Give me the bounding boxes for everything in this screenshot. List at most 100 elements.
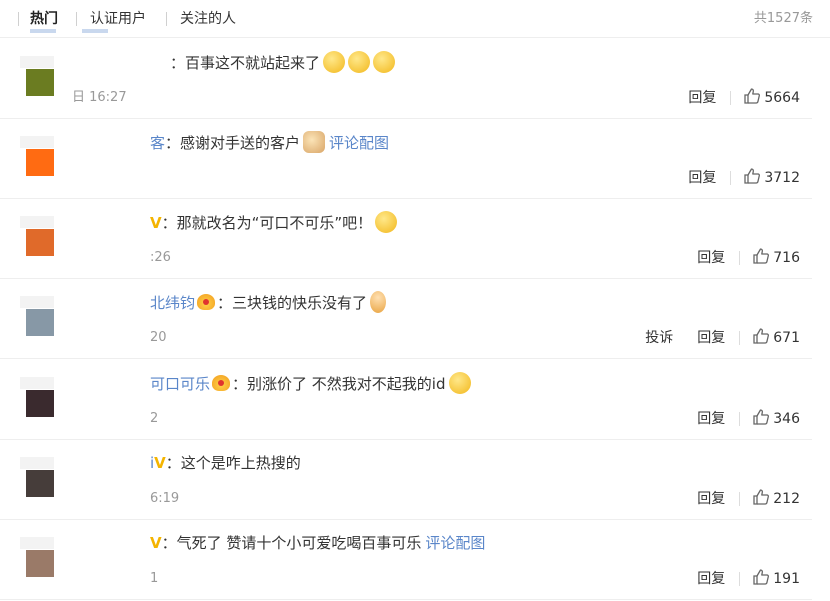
like-button[interactable]: 671 <box>752 327 800 349</box>
action-divider <box>739 572 741 586</box>
comment-text: V：那就改名为“可口不可乐”吧！ <box>150 211 398 234</box>
person-figure-emoji-icon <box>370 291 387 313</box>
comment-actions: 回复 3712 <box>688 167 800 189</box>
colon-separator: ： <box>161 534 177 552</box>
comment-item: iV：这个是咋上热搜的 6:19 回复 212 <box>0 439 812 520</box>
thumbs-up-icon <box>753 409 770 425</box>
report-button[interactable]: 投诉 <box>645 327 673 349</box>
comment-timestamp: 6:19 <box>150 491 180 506</box>
thumbs-up-icon <box>744 88 761 104</box>
comment-username[interactable]: 北纬钧 <box>150 294 195 312</box>
comment-text: ：百事这不就站起来了 <box>170 51 396 74</box>
comment-item: V：气死了 赞请十个小可爱吃喝百事可乐 评论配图 1 回复 191 <box>0 519 812 600</box>
avatar[interactable] <box>20 136 54 176</box>
avatar[interactable] <box>20 216 54 256</box>
reply-button[interactable]: 回复 <box>688 167 716 189</box>
pleading-face-emoji-icon <box>448 372 471 394</box>
action-divider <box>739 331 741 345</box>
reply-button[interactable]: 回复 <box>688 87 716 109</box>
comment-body: 三块钱的快乐没有了 <box>232 294 368 312</box>
action-divider <box>739 492 741 506</box>
like-count: 346 <box>773 411 800 427</box>
comment-text: iV：这个是咋上热搜的 <box>150 452 301 474</box>
doge-face-emoji-icon <box>373 51 396 73</box>
reply-button[interactable]: 回复 <box>697 327 725 349</box>
comment-body: 那就改名为“可口不可乐”吧！ <box>176 214 373 232</box>
colon-separator: ： <box>161 214 177 232</box>
comment-timestamp: 2 <box>150 411 159 426</box>
tab-divider <box>166 12 167 26</box>
avatar[interactable] <box>20 377 54 417</box>
like-count: 191 <box>773 571 800 587</box>
like-count: 671 <box>773 330 800 346</box>
verified-badge-icon: V <box>150 214 162 232</box>
thumbs-up-icon <box>753 489 770 505</box>
tab-verified-underline <box>82 29 108 33</box>
like-button[interactable]: 346 <box>752 408 800 430</box>
comment-image-link[interactable]: 评论配图 <box>329 134 389 152</box>
comment-actions: 回复 346 <box>697 408 800 430</box>
tab-hot-underline <box>30 29 56 33</box>
like-button[interactable]: 5664 <box>743 87 800 109</box>
colon-separator: ： <box>217 294 233 312</box>
reply-button[interactable]: 回复 <box>697 568 725 590</box>
thumbs-up-icon <box>753 248 770 264</box>
comment-total-count: 共1527条 <box>753 11 813 26</box>
comment-text: 可口可乐 ：别涨价了 不然我对不起我的id <box>150 372 471 395</box>
comment-actions: 回复 191 <box>697 568 800 590</box>
action-divider <box>739 412 741 426</box>
tab-verified-users[interactable]: 认证用户 <box>90 9 146 29</box>
tab-hot[interactable]: 热门 <box>30 9 58 29</box>
comment-item: ：百事这不就站起来了日 16:27 回复 5664 <box>0 38 812 119</box>
comment-item: V：那就改名为“可口不可乐”吧！ :26 回复 716 <box>0 198 812 279</box>
comment-body: 百事这不就站起来了 <box>185 54 321 72</box>
like-count: 212 <box>773 491 800 507</box>
like-count: 3712 <box>764 170 800 186</box>
like-button[interactable]: 191 <box>752 568 800 590</box>
comment-item: 可口可乐 ：别涨价了 不然我对不起我的id 2 回复 346 <box>0 359 812 440</box>
reply-button[interactable]: 回复 <box>697 408 725 430</box>
colon-separator: ： <box>170 54 186 72</box>
comment-body: 气死了 赞请十个小可爱吃喝百事可乐 <box>176 534 422 552</box>
colon-separator: ： <box>165 454 181 472</box>
comment-tabs-bar: 热门 认证用户 关注的人 共1527条 <box>0 0 830 38</box>
comment-body: 感谢对手送的客户 <box>180 134 301 152</box>
verified-badge-icon: V <box>150 534 162 552</box>
colon-separator: ： <box>232 375 248 393</box>
like-count: 5664 <box>764 90 800 106</box>
comment-actions: 回复 212 <box>697 488 800 510</box>
like-button[interactable]: 3712 <box>743 167 800 189</box>
avatar[interactable] <box>20 296 54 336</box>
comment-timestamp: :26 <box>150 250 171 265</box>
cat-face-emoji-icon <box>303 131 326 153</box>
doge-face-emoji-icon <box>323 51 346 73</box>
doge-face-emoji-icon <box>348 51 371 73</box>
tab-divider <box>18 12 19 26</box>
avatar[interactable] <box>20 457 54 497</box>
comment-body: 别涨价了 不然我对不起我的id <box>247 375 446 393</box>
like-button[interactable]: 212 <box>752 488 800 510</box>
crown-icon <box>197 294 216 310</box>
comment-body: 这个是咋上热搜的 <box>180 454 301 472</box>
comment-username[interactable]: 客 <box>150 134 165 152</box>
like-button[interactable]: 716 <box>752 247 800 269</box>
reply-button[interactable]: 回复 <box>697 247 725 269</box>
reply-button[interactable]: 回复 <box>697 488 725 510</box>
comment-timestamp: 1 <box>150 571 159 586</box>
avatar[interactable] <box>20 56 54 96</box>
comment-text: 客：感谢对手送的客户 评论配图 <box>150 131 389 154</box>
avatar[interactable] <box>20 537 54 577</box>
colon-separator: ： <box>165 134 181 152</box>
thumbs-up-icon <box>753 328 770 344</box>
comment-actions: 投诉 回复 671 <box>645 327 800 349</box>
comment-actions: 回复 716 <box>697 247 800 269</box>
thumbs-up-icon <box>753 569 770 585</box>
comment-timestamp: 20 <box>150 330 167 345</box>
tab-following[interactable]: 关注的人 <box>180 9 236 29</box>
action-divider <box>739 251 741 265</box>
thumbs-up-icon <box>744 168 761 184</box>
comment-username[interactable]: 可口可乐 <box>150 375 210 393</box>
action-divider <box>730 91 732 105</box>
comment-item: 北纬钧 ：三块钱的快乐没有了 20 投诉 回复 671 <box>0 278 812 359</box>
comment-image-link[interactable]: 评论配图 <box>425 534 485 552</box>
